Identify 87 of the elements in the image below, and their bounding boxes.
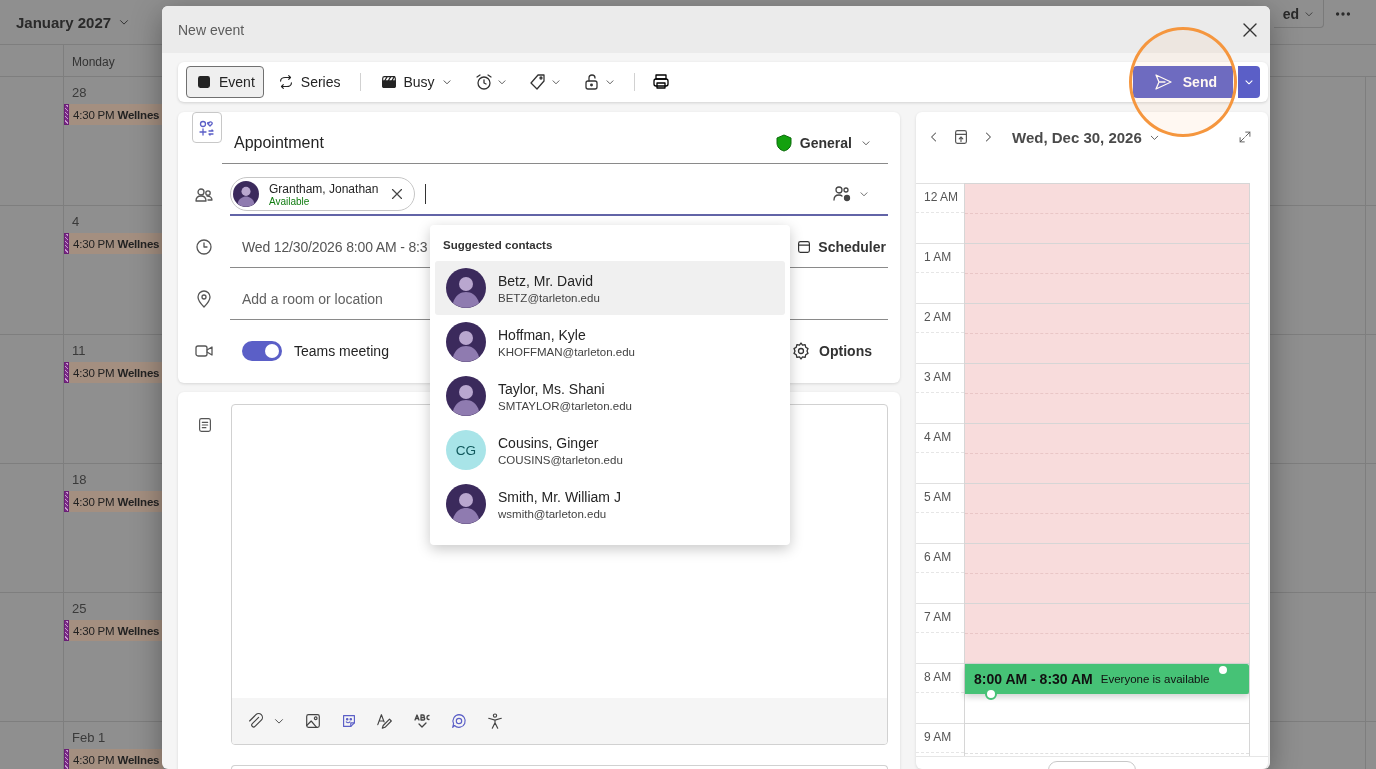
avatar <box>233 181 259 207</box>
contact-suggestion[interactable]: Hoffman, Kyle KHOFFMAN@tarleton.edu <box>435 315 785 369</box>
date-label: 18 <box>72 472 87 487</box>
busy-icon <box>379 73 398 91</box>
date-label: 25 <box>72 601 87 616</box>
send-icon <box>1152 72 1173 92</box>
hour-label: 8 AM <box>916 663 964 693</box>
contact-name: Betz, Mr. David <box>498 272 594 289</box>
contact-email: KHOFFMAN@tarleton.edu <box>498 345 635 358</box>
contact-email: SMTAYLOR@tarleton.edu <box>498 399 632 412</box>
calendar-event[interactable]: 4:30 PM Wellnes <box>64 362 163 383</box>
contact-suggestion[interactable]: Taylor, Ms. Shani SMTAYLOR@tarleton.edu <box>435 369 785 423</box>
date-time-field[interactable]: Wed 12/30/2026 8:00 AM - 8:3 <box>242 238 428 255</box>
date-label: 11 <box>72 343 86 358</box>
date-label: Feb 1 <box>72 730 106 745</box>
date-label: 4 <box>72 214 80 229</box>
paperclip-icon <box>246 712 264 730</box>
event-label: 4:30 PM Wellnes <box>73 495 160 508</box>
hour-label: 9 AM <box>916 723 964 753</box>
contact-suggestion[interactable]: Betz, Mr. David BETZ@tarleton.edu <box>435 261 785 315</box>
image-icon[interactable] <box>304 712 322 730</box>
event-label: 4:30 PM Wellnes <box>73 753 160 766</box>
event-label: 4:30 PM Wellnes <box>73 237 160 250</box>
calendar-event[interactable]: 4:30 PM Wellnes <box>64 620 163 641</box>
day-header: Monday <box>72 55 115 71</box>
contact-email: BETZ@tarleton.edu <box>498 291 600 304</box>
avatar <box>446 322 486 362</box>
send-options-button[interactable] <box>1236 66 1260 98</box>
time-slot[interactable]: 8:00 AM - 8:30 AM Everyone is available <box>964 663 1249 723</box>
list-heading: Suggested contacts <box>443 239 554 251</box>
location-field[interactable]: Add a room or location <box>242 290 422 307</box>
calendar-event[interactable]: 4:30 PM Wellnes <box>64 104 163 125</box>
avatar <box>446 484 486 524</box>
contact-email: COUSINS@tarleton.edu <box>498 453 623 466</box>
people-settings-icon <box>832 184 852 204</box>
contact-email: wsmith@tarleton.edu <box>498 507 608 520</box>
avatar: CG <box>446 430 486 470</box>
sticker-icon[interactable] <box>340 712 358 730</box>
teams-meeting-toggle[interactable] <box>242 341 282 361</box>
event-label: 4:30 PM Wellnes <box>73 624 160 637</box>
event-tab[interactable]: Event <box>186 66 264 98</box>
sensitivity-dropdown[interactable]: General <box>775 133 872 152</box>
date-picker[interactable]: Wed, Dec 30, 2026 <box>1012 128 1161 146</box>
avatar <box>446 268 486 308</box>
event-label: 4:30 PM Wellnes <box>73 366 160 379</box>
contact-name: Cousins, Ginger <box>498 434 600 451</box>
event-label: 4:30 PM Wellnes <box>73 108 160 121</box>
availability-note: Everyone is available <box>1100 673 1210 685</box>
chat-icon[interactable] <box>450 712 468 730</box>
toggle-label: Teams meeting <box>294 343 389 359</box>
view-menu[interactable]: ed <box>1274 0 1324 28</box>
date-label: 28 <box>72 85 87 100</box>
location-pin-icon <box>194 289 214 309</box>
contact-name: Hoffman, Kyle <box>498 326 587 343</box>
dialog-title: New event <box>178 21 245 38</box>
avatar <box>446 376 486 416</box>
attach-dropdown[interactable] <box>246 712 286 730</box>
contact-name: Taylor, Ms. Shani <box>498 380 606 397</box>
people-icon <box>194 185 214 205</box>
shield-icon <box>775 133 792 152</box>
event-type-button[interactable] <box>192 112 222 143</box>
clock-icon <box>194 237 214 257</box>
send-button[interactable]: Send <box>1132 66 1233 98</box>
contact-suggestion[interactable]: CG Cousins, Ginger COUSINS@tarleton.edu <box>435 423 785 477</box>
month-picker[interactable]: January 2027 <box>16 13 132 31</box>
attendee-status: Available <box>269 195 311 207</box>
attendee-options-dropdown[interactable] <box>832 184 870 204</box>
slot-time: 8:00 AM - 8:30 AM <box>974 671 1093 687</box>
accessibility-icon[interactable] <box>486 712 504 730</box>
attendee-name: Grantham, Jonathan <box>269 181 379 196</box>
options-button[interactable]: Options <box>791 341 872 361</box>
contact-name: Smith, Mr. William J <box>498 488 621 505</box>
calendar-event[interactable]: 4:30 PM Wellnes <box>64 233 163 254</box>
calendar-icon <box>195 73 213 91</box>
title-field[interactable]: Appointment <box>234 133 768 152</box>
calendar-event[interactable]: 4:30 PM Wellnes <box>64 749 163 769</box>
settings-icon <box>791 341 812 361</box>
scheduler-button[interactable]: Scheduler <box>795 237 886 256</box>
show-as-dropdown[interactable]: Busy <box>370 66 462 98</box>
series-tab[interactable]: Series <box>267 66 350 98</box>
expand-icon[interactable] <box>1238 130 1252 144</box>
calendar-event[interactable]: 4:30 PM Wellnes <box>64 491 163 512</box>
format-pen-icon[interactable] <box>376 712 394 730</box>
suggested-time-slot[interactable]: 8:00 AM - 8:30 AM Everyone is available <box>965 664 1249 694</box>
contact-suggestion[interactable]: Smith, Mr. William J wsmith@tarleton.edu <box>435 477 785 531</box>
printer-icon[interactable] <box>650 72 671 92</box>
today-icon[interactable] <box>952 128 970 146</box>
